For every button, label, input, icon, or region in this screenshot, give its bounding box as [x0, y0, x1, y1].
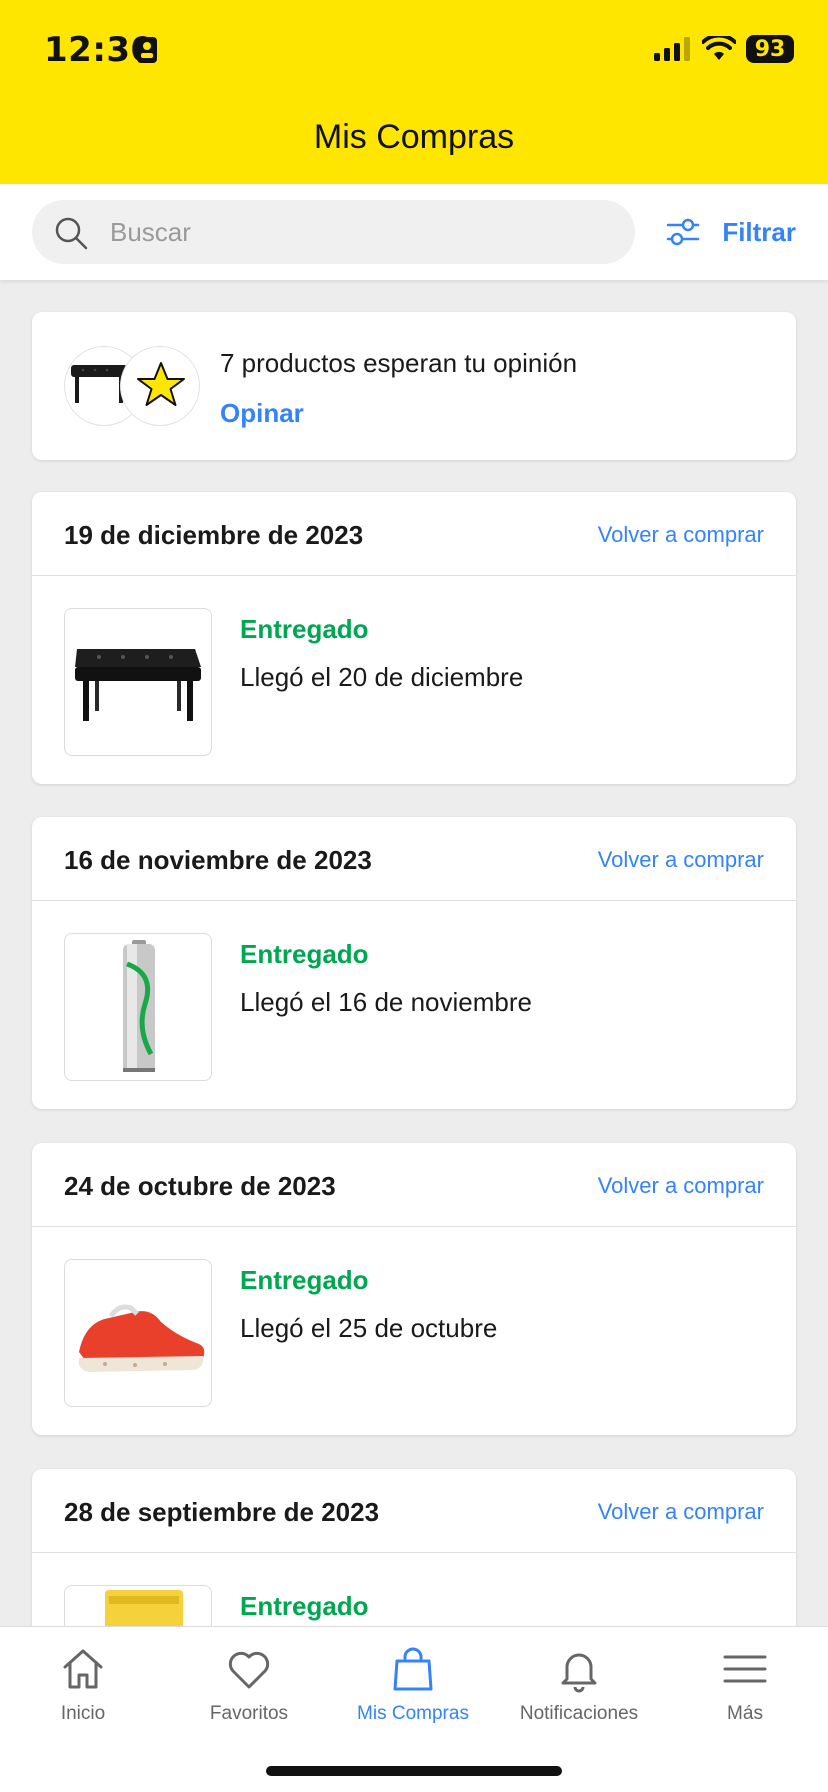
home-icon	[63, 1649, 103, 1689]
search-bar: Filtrar	[0, 184, 828, 280]
review-prompt-text: 7 productos esperan tu opinión	[220, 348, 578, 378]
order-arrival: Llegó el 16 de noviembre	[240, 987, 532, 1017]
filter-sliders-icon	[667, 218, 700, 246]
app-header: 12:30 93 Mis Compras	[0, 0, 828, 184]
tab-label: Mis Compras	[357, 1703, 469, 1724]
battery-indicator: 93	[746, 35, 794, 63]
order-status: Entregado	[240, 939, 369, 969]
rebuy-link[interactable]: Volver a comprar	[598, 522, 764, 548]
search-field[interactable]	[32, 200, 635, 264]
order-date: 28 de septiembre de 2023	[64, 1497, 380, 1527]
order-header: 28 de septiembre de 2023 Volver a compra…	[32, 1469, 796, 1553]
product-thumbnail[interactable]	[64, 933, 212, 1081]
order-header: 16 de noviembre de 2023 Volver a comprar	[32, 817, 796, 901]
order-status: Entregado	[240, 1265, 369, 1295]
wifi-icon	[702, 36, 736, 60]
rebuy-link[interactable]: Volver a comprar	[598, 847, 764, 873]
order-card[interactable]: 19 de diciembre de 2023 Volver a comprar…	[32, 492, 796, 784]
tab-label: Notificaciones	[519, 1703, 639, 1724]
tab-favoritos[interactable]: Favoritos	[166, 1645, 332, 1725]
status-indicators: 93	[654, 34, 794, 64]
order-card[interactable]: 16 de noviembre de 2023 Volver a comprar…	[32, 817, 796, 1109]
product-thumbnail[interactable]	[64, 608, 212, 756]
contact-card-icon	[137, 37, 157, 63]
order-arrival: Llegó el 20 de diciembre	[240, 662, 524, 692]
star-icon	[137, 362, 185, 406]
shopping-bag-icon	[393, 1647, 433, 1691]
tab-notificaciones[interactable]: Notificaciones	[496, 1645, 662, 1725]
tab-mis-compras[interactable]: Mis Compras	[330, 1645, 496, 1725]
tab-label: Favoritos	[209, 1703, 289, 1724]
filter-button[interactable]: Filtrar	[666, 212, 796, 252]
rebuy-link[interactable]: Volver a comprar	[598, 1173, 764, 1199]
signal-icon	[654, 37, 690, 61]
order-header: 24 de octubre de 2023 Volver a comprar	[32, 1143, 796, 1227]
order-date: 19 de diciembre de 2023	[64, 520, 364, 550]
heart-icon	[228, 1651, 270, 1689]
order-date: 16 de noviembre de 2023	[64, 845, 372, 875]
review-prompt-card[interactable]: 7 productos esperan tu opinión Opinar	[32, 312, 796, 460]
menu-icon	[723, 1655, 767, 1683]
order-status: Entregado	[240, 614, 369, 644]
search-icon	[55, 217, 88, 250]
bell-icon	[561, 1653, 597, 1693]
search-input[interactable]	[110, 200, 610, 264]
star-badge	[120, 346, 200, 426]
home-indicator[interactable]	[266, 1766, 562, 1776]
order-date: 24 de octubre de 2023	[64, 1171, 336, 1201]
sneaker-image	[78, 1304, 205, 1372]
order-arrival: Llegó el 25 de octubre	[240, 1313, 498, 1343]
filter-label: Filtrar	[722, 216, 796, 247]
tab-inicio[interactable]: Inicio	[0, 1645, 166, 1725]
order-card[interactable]: 24 de octubre de 2023 Volver a comprar E…	[32, 1143, 796, 1435]
order-status: Entregado	[240, 1591, 369, 1621]
battery-image	[123, 940, 155, 1072]
page-title: Mis Compras	[313, 118, 515, 156]
tab-label: Inicio	[60, 1703, 106, 1724]
order-header: 19 de diciembre de 2023 Volver a comprar	[32, 492, 796, 576]
rebuy-link[interactable]: Volver a comprar	[598, 1499, 764, 1525]
product-thumbnail[interactable]	[64, 1259, 212, 1407]
tab-label: Más	[727, 1703, 763, 1724]
tab-mas[interactable]: Más	[662, 1645, 828, 1725]
bench-image	[75, 649, 201, 721]
opinar-link[interactable]: Opinar	[220, 398, 304, 429]
